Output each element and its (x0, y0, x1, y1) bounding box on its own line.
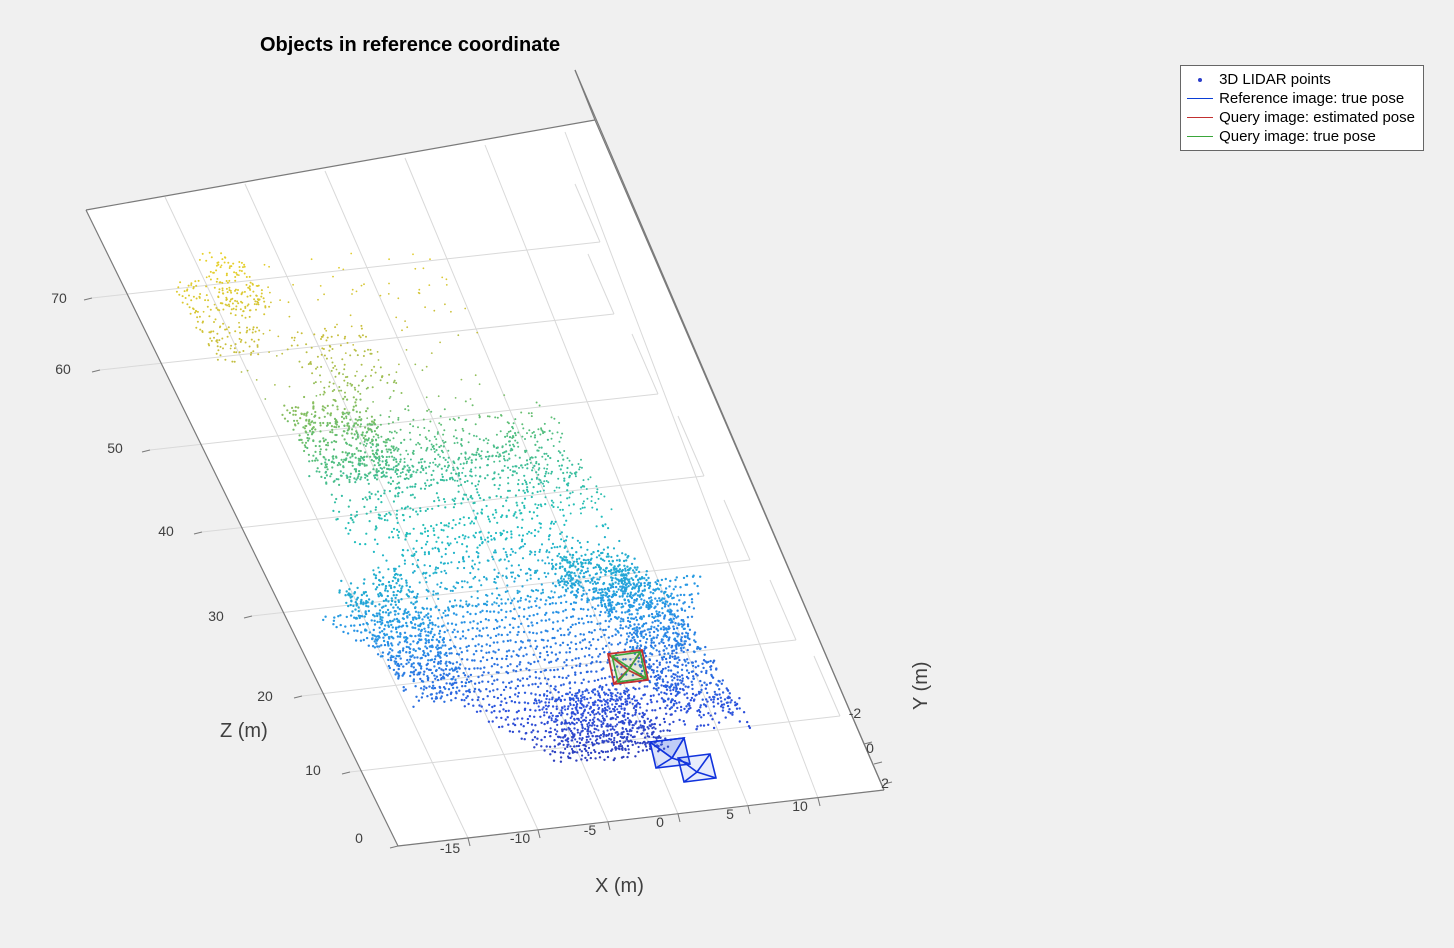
y-axis-label: Y (m) (910, 661, 933, 710)
x-axis-label: X (m) (595, 875, 644, 898)
z-tick: 0 (339, 830, 379, 846)
z-tick: 50 (95, 440, 135, 456)
x-tick: 10 (780, 798, 820, 814)
legend-entry-reference: Reference image: true pose (1187, 89, 1415, 108)
query-true-frustum (612, 652, 646, 682)
legend-entry-query-est: Query image: estimated pose (1187, 108, 1415, 127)
y-tick: -2 (835, 705, 875, 721)
line-icon (1187, 112, 1213, 124)
x-tick: -15 (430, 840, 470, 856)
line-icon (1187, 131, 1213, 143)
z-axis-label: Z (m) (220, 720, 268, 743)
x-tick: 5 (710, 806, 750, 822)
z-tick: 60 (43, 361, 83, 377)
z-tick: 40 (146, 523, 186, 539)
legend-label: Query image: estimated pose (1219, 108, 1415, 127)
z-tick: 70 (39, 290, 79, 306)
y-tick: 0 (850, 740, 890, 756)
legend-label: 3D LIDAR points (1219, 70, 1331, 89)
z-tick: 20 (245, 688, 285, 704)
z-tick: 10 (293, 762, 333, 778)
legend-label: Query image: true pose (1219, 127, 1376, 146)
legend-entry-query-true: Query image: true pose (1187, 127, 1415, 146)
z-tick: 30 (196, 608, 236, 624)
dot-icon (1187, 74, 1213, 86)
line-icon (1187, 93, 1213, 105)
y-tick: 2 (865, 775, 905, 791)
legend-label: Reference image: true pose (1219, 89, 1404, 108)
x-tick: -10 (500, 830, 540, 846)
legend-entry-lidar: 3D LIDAR points (1187, 70, 1415, 89)
legend: 3D LIDAR points Reference image: true po… (1180, 65, 1424, 151)
x-tick: 0 (640, 814, 680, 830)
x-tick: -5 (570, 822, 610, 838)
